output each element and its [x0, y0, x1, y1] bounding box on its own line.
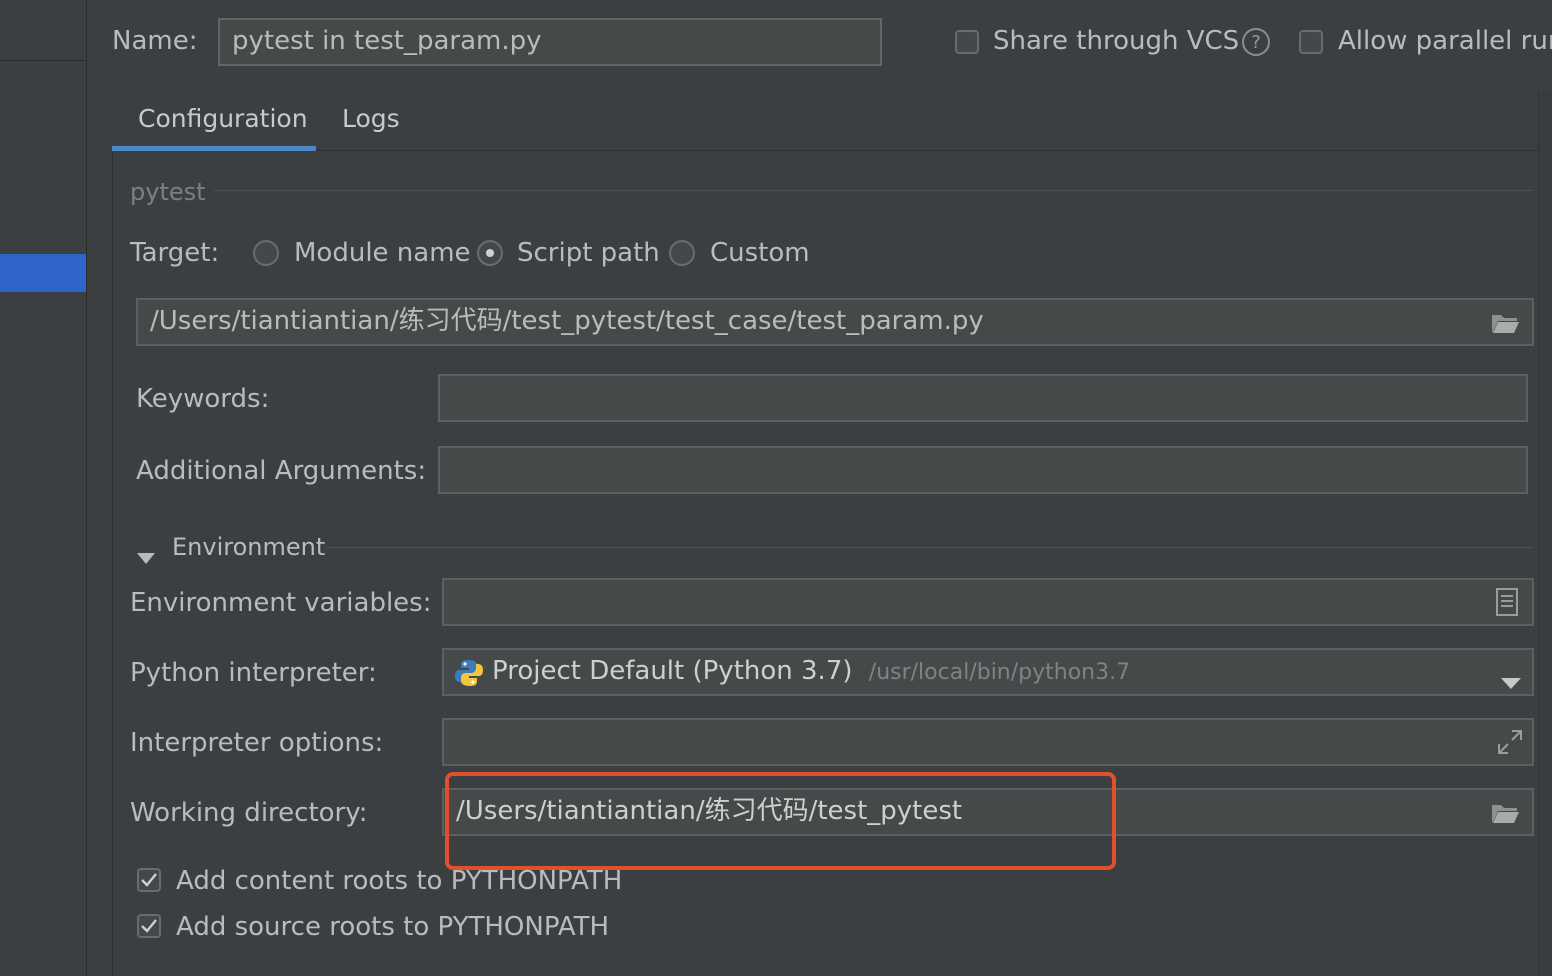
environment-divider — [326, 547, 1532, 548]
allow-parallel-checkbox[interactable] — [1299, 30, 1323, 54]
name-label: Name: — [112, 26, 198, 56]
radio-custom[interactable] — [669, 240, 695, 266]
radio-module-name[interactable] — [253, 240, 279, 266]
chevron-down-icon[interactable] — [1501, 667, 1521, 697]
section-title-pytest: pytest — [130, 178, 206, 206]
keywords-label: Keywords: — [136, 384, 270, 414]
script-path-input[interactable]: /Users/tiantiantian/练习代码/test_pytest/tes… — [136, 298, 1534, 346]
chevron-down-icon[interactable] — [137, 542, 155, 572]
interpreter-options-label: Interpreter options: — [130, 728, 384, 758]
radio-script-path[interactable] — [477, 240, 503, 266]
additional-args-label: Additional Arguments: — [136, 456, 427, 486]
allow-parallel-label: Allow parallel rur — [1338, 26, 1552, 56]
tab-underline-divider — [112, 150, 1540, 151]
vertical-scrollbar[interactable] — [1538, 92, 1552, 976]
active-tab-indicator — [112, 146, 316, 151]
expand-icon[interactable] — [1497, 729, 1523, 762]
content-roots-checkbox[interactable] — [137, 868, 161, 892]
radio-module-name-label: Module name — [294, 238, 471, 268]
python-interpreter-label: Python interpreter: — [130, 658, 377, 688]
interpreter-options-input[interactable] — [442, 718, 1534, 766]
section-divider — [214, 190, 1532, 191]
panel-divider — [0, 60, 86, 61]
env-vars-label: Environment variables: — [130, 588, 432, 618]
share-vcs-label: Share through VCS — [993, 26, 1240, 56]
selected-config-item[interactable] — [0, 254, 86, 292]
script-path-value: /Users/tiantiantian/练习代码/test_pytest/tes… — [150, 306, 984, 336]
tab-logs[interactable]: Logs — [342, 104, 400, 133]
radio-script-path-label: Script path — [517, 238, 660, 268]
folder-icon[interactable] — [1490, 309, 1520, 337]
env-vars-input[interactable] — [442, 578, 1534, 626]
radio-selected-dot — [486, 249, 494, 257]
config-list-panel[interactable] — [0, 0, 87, 976]
keywords-input[interactable] — [438, 374, 1528, 422]
source-roots-label: Add source roots to PYTHONPATH — [176, 912, 610, 942]
name-input[interactable]: pytest in test_param.py — [218, 18, 882, 66]
radio-custom-label: Custom — [710, 238, 810, 268]
help-glyph: ? — [1251, 31, 1261, 53]
tab-configuration[interactable]: Configuration — [138, 104, 308, 133]
python-icon — [455, 659, 483, 694]
help-icon[interactable]: ? — [1242, 28, 1270, 56]
share-vcs-checkbox[interactable] — [955, 30, 979, 54]
folder-icon[interactable] — [1490, 799, 1520, 827]
additional-args-input[interactable] — [438, 446, 1528, 494]
content-roots-label: Add content roots to PYTHONPATH — [176, 866, 623, 896]
document-list-icon[interactable] — [1492, 588, 1522, 616]
source-roots-checkbox[interactable] — [137, 914, 161, 938]
working-dir-label: Working directory: — [130, 798, 368, 828]
highlight-annotation-box — [445, 772, 1116, 870]
environment-title[interactable]: Environment — [172, 533, 325, 561]
interpreter-path: /usr/local/bin/python3.7 — [868, 660, 1131, 685]
target-label: Target: — [130, 238, 220, 268]
python-interpreter-select[interactable]: Project Default (Python 3.7) /usr/local/… — [442, 648, 1534, 696]
interpreter-name: Project Default (Python 3.7) — [492, 656, 853, 686]
